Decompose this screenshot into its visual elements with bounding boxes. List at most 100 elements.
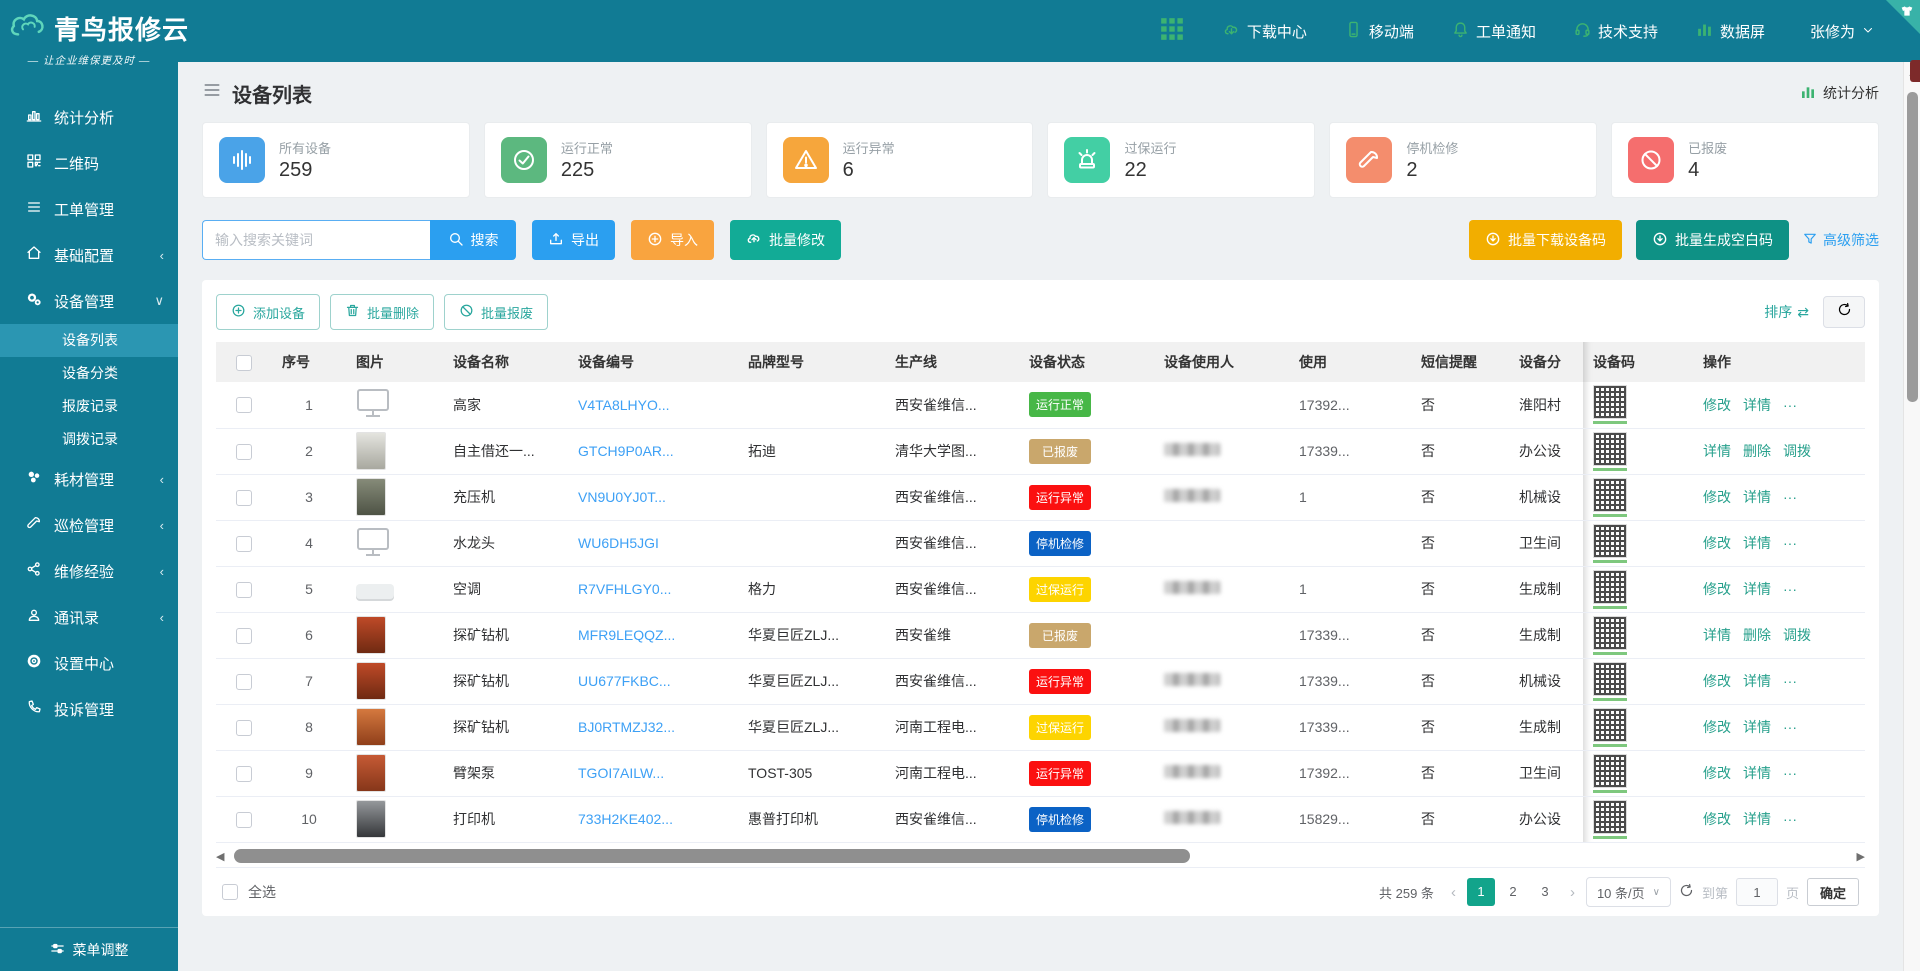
device-qr-code[interactable] <box>1593 385 1629 424</box>
search-button[interactable]: 搜索 <box>430 220 516 260</box>
op-详情[interactable]: 详情 <box>1743 397 1771 413</box>
op-删除[interactable]: 删除 <box>1743 627 1771 643</box>
device-qr-code[interactable] <box>1593 478 1629 517</box>
row-checkbox[interactable] <box>236 582 252 598</box>
menu-adjust-button[interactable]: 菜单调整 <box>0 927 178 971</box>
op-详情[interactable]: 详情 <box>1743 765 1771 781</box>
op-详情[interactable]: 详情 <box>1703 443 1731 459</box>
sidebar-item-base-config[interactable]: 基础配置‹ <box>0 232 178 278</box>
device-code-link[interactable]: BJ0RTMZJ32... <box>578 719 675 735</box>
sidebar-item-settings[interactable]: 设置中心 <box>0 640 178 686</box>
add-device-button[interactable]: 添加设备 <box>216 294 320 330</box>
op-详情[interactable]: 详情 <box>1743 535 1771 551</box>
sidebar-item-inspection[interactable]: 巡检管理‹ <box>0 502 178 548</box>
op-修改[interactable]: 修改 <box>1703 673 1731 689</box>
next-page-icon[interactable]: › <box>1567 884 1578 901</box>
page-size-select[interactable]: 10 条/页 ∨ <box>1586 877 1671 907</box>
device-code-link[interactable]: WU6DH5JGI <box>578 535 659 551</box>
cell-photo[interactable] <box>346 428 443 474</box>
cell-photo[interactable] <box>346 566 443 612</box>
sidebar-item-repair-exp[interactable]: 维修经验‹ <box>0 548 178 594</box>
cell-photo[interactable] <box>346 658 443 704</box>
device-qr-code[interactable] <box>1593 662 1629 701</box>
device-code-link[interactable]: GTCH9P0AR... <box>578 443 674 459</box>
nav-tech-support[interactable]: 技术支持 <box>1574 21 1658 42</box>
sidebar-subitem-设备分类[interactable]: 设备分类 <box>0 357 178 390</box>
device-code-link[interactable]: MFR9LEQQZ... <box>578 627 675 643</box>
scroll-left-icon[interactable]: ◀ <box>216 850 224 863</box>
sidebar-item-work-orders[interactable]: 工单管理 <box>0 186 178 232</box>
horizontal-scroll-thumb[interactable] <box>234 849 1190 863</box>
op-···[interactable]: ··· <box>1783 397 1797 413</box>
row-checkbox[interactable] <box>236 536 252 552</box>
cell-photo[interactable] <box>346 612 443 658</box>
sort-link[interactable]: 排序⇄ <box>1764 302 1809 322</box>
sidebar-item-contacts[interactable]: 通讯录‹ <box>0 594 178 640</box>
op-详情[interactable]: 详情 <box>1743 719 1771 735</box>
op-···[interactable]: ··· <box>1783 673 1797 689</box>
device-qr-code[interactable] <box>1593 708 1629 747</box>
apps-grid-button[interactable] <box>1159 16 1185 46</box>
row-checkbox[interactable] <box>236 628 252 644</box>
device-code-link[interactable]: V4TA8LHYO... <box>578 397 670 413</box>
op-修改[interactable]: 修改 <box>1703 535 1731 551</box>
op-删除[interactable]: 删除 <box>1743 443 1771 459</box>
search-input[interactable] <box>202 220 430 260</box>
nav-work-order-notice[interactable]: 工单通知 <box>1452 21 1536 42</box>
op-详情[interactable]: 详情 <box>1743 489 1771 505</box>
op-修改[interactable]: 修改 <box>1703 397 1731 413</box>
sidebar-item-consumables[interactable]: 耗材管理‹ <box>0 456 178 502</box>
sidebar-item-qrcode[interactable]: 二维码 <box>0 140 178 186</box>
sidebar-item-device-mgmt[interactable]: 设备管理∨ <box>0 278 178 324</box>
device-qr-code[interactable] <box>1593 570 1629 609</box>
cell-photo[interactable] <box>346 474 443 520</box>
op-调拨[interactable]: 调拨 <box>1783 627 1811 643</box>
op-修改[interactable]: 修改 <box>1703 719 1731 735</box>
import-button[interactable]: 导入 <box>631 220 714 260</box>
op-···[interactable]: ··· <box>1783 765 1797 781</box>
device-code-link[interactable]: UU677FKBC... <box>578 673 671 689</box>
nav-mobile[interactable]: 移动端 <box>1345 21 1414 42</box>
cell-photo[interactable] <box>346 750 443 796</box>
batch-delete-button[interactable]: 批量删除 <box>330 294 434 330</box>
page-button-2[interactable]: 2 <box>1499 878 1527 906</box>
row-checkbox[interactable] <box>236 490 252 506</box>
row-checkbox[interactable] <box>236 674 252 690</box>
stats-analysis-link[interactable]: 统计分析 <box>1800 83 1879 103</box>
batch-edit-button[interactable]: 批量修改 <box>730 220 841 260</box>
user-menu[interactable]: 张修为 <box>1803 21 1874 42</box>
sidebar-item-stats[interactable]: 统计分析 <box>0 94 178 140</box>
device-qr-code[interactable] <box>1593 800 1629 839</box>
op-详情[interactable]: 详情 <box>1743 581 1771 597</box>
select-all-checkbox[interactable] <box>222 884 238 900</box>
nav-download-center[interactable]: 下载中心 <box>1223 21 1307 42</box>
op-详情[interactable]: 详情 <box>1743 811 1771 827</box>
device-code-link[interactable]: VN9U0YJ0T... <box>578 489 666 505</box>
batch-generate-blank-codes-button[interactable]: 批量生成空白码 <box>1636 220 1789 260</box>
floating-edge-tab[interactable] <box>1910 60 1920 82</box>
page-button-1[interactable]: 1 <box>1467 878 1495 906</box>
row-checkbox[interactable] <box>236 444 252 460</box>
device-qr-code[interactable] <box>1593 616 1629 655</box>
op-修改[interactable]: 修改 <box>1703 765 1731 781</box>
op-修改[interactable]: 修改 <box>1703 811 1731 827</box>
nav-data-screen[interactable]: 数据屏 <box>1696 21 1765 42</box>
device-code-link[interactable]: 733H2KE402... <box>578 811 673 827</box>
device-qr-code[interactable] <box>1593 754 1629 793</box>
refresh-pagination-button[interactable] <box>1679 883 1694 901</box>
device-code-link[interactable]: TGOI7AILW... <box>578 765 664 781</box>
op-···[interactable]: ··· <box>1783 535 1797 551</box>
export-button[interactable]: 导出 <box>532 220 615 260</box>
device-qr-code[interactable] <box>1593 524 1629 563</box>
header-checkbox[interactable] <box>236 355 252 371</box>
cell-photo[interactable] <box>346 520 443 566</box>
confirm-button[interactable]: 确定 <box>1807 878 1859 906</box>
device-code-link[interactable]: R7VFHLGY0... <box>578 581 671 597</box>
jump-page-input[interactable] <box>1736 878 1778 906</box>
batch-scrap-button[interactable]: 批量报废 <box>444 294 548 330</box>
row-checkbox[interactable] <box>236 397 252 413</box>
cell-photo[interactable] <box>346 704 443 750</box>
vertical-scroll-thumb[interactable] <box>1907 92 1918 402</box>
op-修改[interactable]: 修改 <box>1703 489 1731 505</box>
row-checkbox[interactable] <box>236 720 252 736</box>
